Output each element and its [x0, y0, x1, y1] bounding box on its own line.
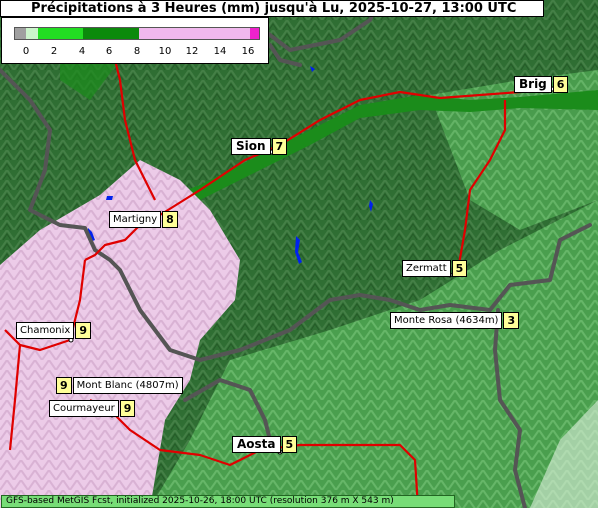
- place-name: Courmayeur: [49, 400, 119, 417]
- place-label-sion[interactable]: Sion 7: [231, 138, 288, 155]
- place-label-aosta[interactable]: Aosta 5: [232, 436, 298, 453]
- place-label-martigny[interactable]: Martigny 8: [109, 211, 178, 228]
- legend-swatch-above: [250, 27, 260, 40]
- map-canvas: [0, 0, 598, 508]
- legend-tick: 2: [50, 46, 58, 57]
- place-label-courmayeur[interactable]: Courmayeur 9: [49, 400, 136, 417]
- legend-swatch-1-4: [38, 27, 83, 40]
- place-label-chamonix[interactable]: Chamonix 9: [16, 322, 91, 339]
- place-name: Chamonix: [16, 322, 75, 339]
- place-value: 9: [56, 377, 72, 394]
- legend-color-bar: [14, 27, 260, 40]
- place-label-brig[interactable]: Brig 6: [514, 76, 569, 93]
- place-value: 8: [162, 211, 178, 228]
- place-value: 5: [451, 260, 468, 277]
- place-value: 7: [271, 138, 288, 155]
- legend-tick: 8: [133, 46, 141, 57]
- place-value: 9: [75, 322, 91, 339]
- legend-tick: 4: [78, 46, 86, 57]
- place-name: Mont Blanc (4807m): [72, 377, 183, 394]
- lake: [106, 196, 113, 200]
- map-title: Précipitations à 3 Heures (mm) jusqu'à L…: [0, 0, 544, 17]
- legend-ticks: 0 2 4 6 8 10 12 14 16: [2, 46, 268, 60]
- place-label-mont-blanc[interactable]: Mont Blanc (4807m) 9: [56, 377, 183, 394]
- place-name: Sion: [231, 138, 271, 155]
- place-value: 5: [281, 436, 298, 453]
- place-value: 9: [119, 400, 136, 417]
- legend-tick: 12: [185, 46, 199, 57]
- legend-tick: 6: [105, 46, 113, 57]
- legend-tick: 0: [22, 46, 30, 57]
- place-value: 3: [503, 312, 520, 329]
- place-name: Aosta: [232, 436, 281, 453]
- place-value: 6: [552, 76, 569, 93]
- legend-tick: 10: [158, 46, 172, 57]
- place-label-zermatt[interactable]: Zermatt 5: [402, 260, 468, 277]
- forecast-footer: GFS-based MetGIS Fcst, initialized 2025-…: [1, 495, 455, 508]
- precipitation-legend: 0 2 4 6 8 10 12 14 16: [1, 17, 269, 64]
- precipitation-map: Précipitations à 3 Heures (mm) jusqu'à L…: [0, 0, 598, 508]
- place-name: Martigny: [109, 211, 162, 228]
- place-label-monte-rosa[interactable]: Monte Rosa (4634m) 3: [390, 312, 520, 329]
- legend-tick: 14: [213, 46, 227, 57]
- place-name: Monte Rosa (4634m): [390, 312, 503, 329]
- legend-swatch-8-16: [139, 27, 250, 40]
- place-name: Zermatt: [402, 260, 451, 277]
- legend-swatch-0-1: [26, 27, 38, 40]
- place-name: Brig: [514, 76, 552, 93]
- legend-tick: 16: [241, 46, 255, 57]
- legend-swatch-below: [14, 27, 26, 40]
- legend-swatch-4-8: [83, 27, 139, 40]
